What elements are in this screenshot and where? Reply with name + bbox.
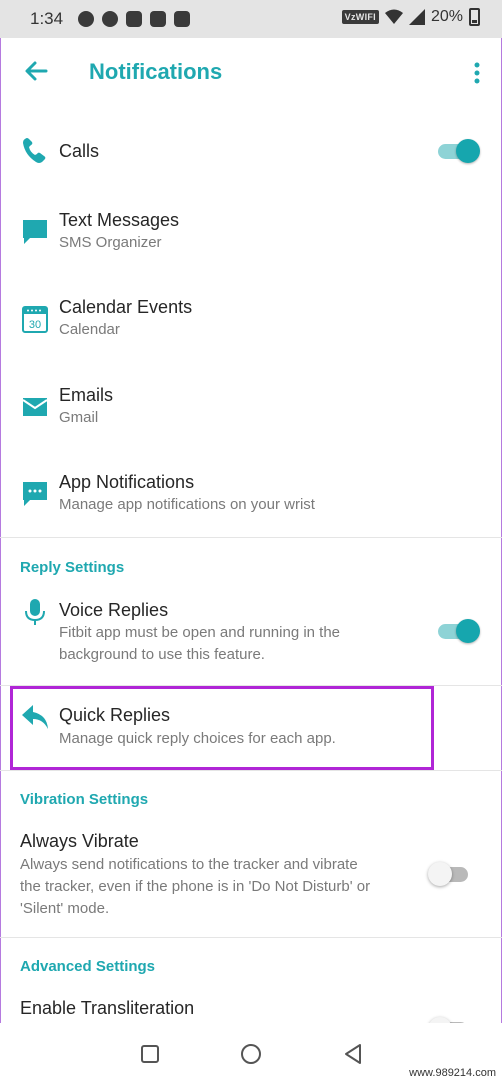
system-nav-bar: www.989214.com xyxy=(0,1023,502,1085)
divider xyxy=(0,937,502,938)
calendar-events-title: Calendar Events xyxy=(59,297,193,317)
email-icon xyxy=(22,398,48,416)
voice-replies-subtitle-line1: Fitbit app must be open and running in t… xyxy=(59,624,341,641)
voice-replies-subtitle-line2: background to use this feature. xyxy=(59,646,265,663)
battery-percent: 20% xyxy=(430,8,463,25)
calendar-events-subtitle: Calendar xyxy=(59,321,120,338)
phone-icon xyxy=(23,138,46,163)
wifi-icon xyxy=(384,9,403,24)
vibration-settings-header: Vibration Settings xyxy=(20,791,149,808)
always-vibrate-desc-line2: the tracker, even if the phone is in 'Do… xyxy=(20,878,371,895)
always-vibrate-title: Always Vibrate xyxy=(20,831,139,851)
calls-toggle[interactable] xyxy=(438,139,480,163)
instagram-icon xyxy=(150,11,166,27)
app-notifications-title: App Notifications xyxy=(59,472,195,492)
status-time: 1:34 xyxy=(30,9,64,28)
divider xyxy=(0,537,502,538)
status-bar: 1:34 VzWIFI 20% xyxy=(0,0,502,38)
calls-row[interactable]: Calls xyxy=(0,128,502,178)
nav-notification-icon xyxy=(102,11,118,27)
enable-transliteration-title: Enable Transliteration xyxy=(20,998,195,1018)
status-right: VzWIFI 20% xyxy=(341,8,480,26)
app-header: Notifications xyxy=(0,38,502,106)
settings-notification-icon xyxy=(78,11,94,27)
text-messages-row[interactable]: Text Messages SMS Organizer xyxy=(0,205,502,265)
emails-row[interactable]: Emails Gmail xyxy=(0,380,502,440)
calendar-events-row[interactable]: 30 Calendar Events Calendar xyxy=(0,292,502,352)
advanced-settings-header: Advanced Settings xyxy=(20,958,156,975)
page-title: Notifications xyxy=(89,59,223,84)
instagram-icon xyxy=(126,11,142,27)
microphone-icon xyxy=(25,599,45,625)
signal-icon xyxy=(408,9,425,25)
battery-icon xyxy=(469,8,480,26)
carrier-label: VzWIFI xyxy=(341,10,379,24)
calls-title: Calls xyxy=(59,141,100,161)
enable-transliteration-row[interactable]: Enable Transliteration xyxy=(0,993,502,1023)
home-icon[interactable] xyxy=(238,1041,264,1067)
reply-settings-header: Reply Settings xyxy=(20,559,125,576)
message-icon xyxy=(23,220,47,244)
always-vibrate-desc-line3: 'Silent' mode. xyxy=(20,900,110,917)
calendar-icon: 30 xyxy=(22,306,48,333)
voice-replies-title: Voice Replies xyxy=(59,600,169,620)
emails-title: Emails xyxy=(59,385,114,405)
divider xyxy=(0,770,502,771)
highlight-box xyxy=(10,686,434,770)
voice-replies-row[interactable]: Voice Replies Fitbit app must be open an… xyxy=(0,595,502,670)
app-notifications-row[interactable]: App Notifications Manage app notificatio… xyxy=(0,467,502,527)
svg-text:30: 30 xyxy=(29,319,41,331)
text-messages-subtitle: SMS Organizer xyxy=(59,234,162,251)
back-nav-icon[interactable] xyxy=(340,1041,366,1067)
recent-apps-icon[interactable] xyxy=(137,1041,163,1067)
app-notification-small-icon xyxy=(174,11,190,27)
app-notification-icon xyxy=(23,482,47,506)
app-notifications-subtitle: Manage app notifications on your wrist xyxy=(59,496,315,513)
more-options-icon[interactable] xyxy=(474,62,480,84)
emails-subtitle: Gmail xyxy=(59,409,99,426)
notification-icons xyxy=(78,9,190,29)
text-messages-title: Text Messages xyxy=(59,210,180,230)
always-vibrate-desc-line1: Always send notifications to the tracker… xyxy=(20,856,358,873)
always-vibrate-row[interactable]: Always Vibrate Always send notifications… xyxy=(0,826,502,921)
always-vibrate-toggle[interactable] xyxy=(428,862,470,886)
voice-replies-toggle[interactable] xyxy=(438,619,480,643)
watermark: www.989214.com xyxy=(409,1067,496,1079)
back-arrow-icon[interactable] xyxy=(22,57,50,85)
